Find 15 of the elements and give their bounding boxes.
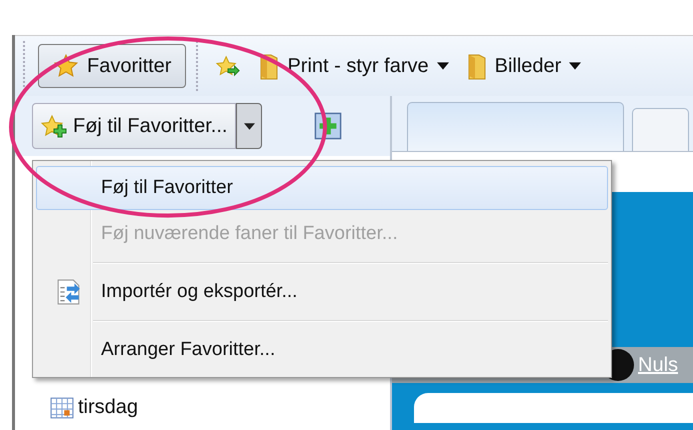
menu-item[interactable]: Føj til Favoritter <box>36 166 608 210</box>
favorite-item[interactable]: tirsdag <box>78 396 138 419</box>
menu-item[interactable]: Arranger Favoritter... <box>36 328 608 372</box>
dropdown-button[interactable] <box>236 103 262 149</box>
add-to-favorites-button[interactable]: Føj til Favoritter... <box>32 103 236 149</box>
star-plus-icon <box>41 113 67 139</box>
calendar-icon <box>50 396 74 418</box>
caret-icon <box>244 122 255 130</box>
star-icon <box>53 53 79 79</box>
folder-link[interactable]: Print - styr farve <box>255 52 453 80</box>
import-export-icon <box>57 279 81 305</box>
folder-icon <box>466 52 487 80</box>
favorites-button[interactable]: Favoritter <box>38 44 186 88</box>
folder-link[interactable]: Billeder <box>462 52 586 80</box>
menu-item[interactable]: Importér og eksportér... <box>36 270 608 314</box>
